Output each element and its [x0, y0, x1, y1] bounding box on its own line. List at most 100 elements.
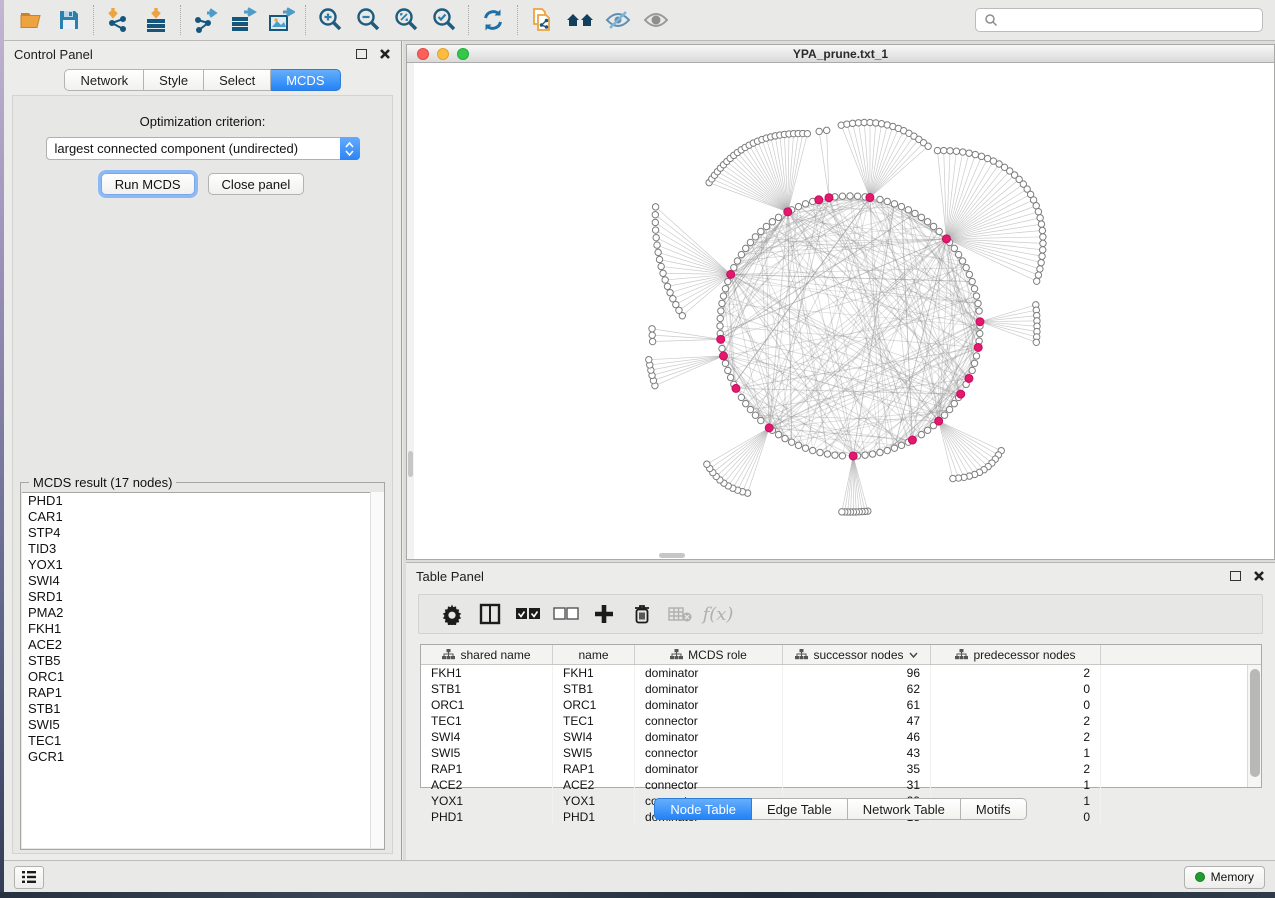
tab-network[interactable]: Network: [64, 69, 144, 91]
table-row[interactable]: RAP1RAP1dominator352: [421, 761, 1261, 777]
save-session-icon[interactable]: [50, 3, 88, 37]
table-cell[interactable]: 1: [931, 745, 1101, 761]
task-history-button[interactable]: [14, 866, 44, 889]
table-cell[interactable]: SWI5: [421, 745, 553, 761]
table-cell[interactable]: ORC1: [421, 697, 553, 713]
float-panel-icon[interactable]: [1230, 571, 1241, 581]
table-vertical-scrollbar[interactable]: [1247, 665, 1261, 787]
mcds-result-item[interactable]: SWI5: [22, 717, 383, 733]
column-header-predecessor-nodes[interactable]: predecessor nodes: [931, 645, 1101, 664]
network-canvas[interactable]: [407, 63, 1274, 559]
table-cell[interactable]: 43: [783, 745, 931, 761]
table-cell[interactable]: RAP1: [553, 761, 635, 777]
table-cell[interactable]: 0: [931, 697, 1101, 713]
window-minimize-icon[interactable]: [437, 48, 449, 60]
mcds-result-item[interactable]: STP4: [22, 525, 383, 541]
table-cell[interactable]: [1101, 681, 1261, 697]
table-row[interactable]: ACE2ACE2connector311: [421, 777, 1261, 793]
network-vertical-scrollbar[interactable]: [407, 63, 414, 559]
column-header-MCDS-role[interactable]: MCDS role: [635, 645, 783, 664]
tab-node-table[interactable]: Node Table: [654, 798, 752, 820]
table-cell[interactable]: dominator: [635, 681, 783, 697]
export-network-icon[interactable]: [186, 3, 224, 37]
table-row[interactable]: STB1STB1dominator620: [421, 681, 1261, 697]
table-cell[interactable]: 2: [931, 665, 1101, 681]
table-cell[interactable]: 0: [931, 681, 1101, 697]
mcds-result-item[interactable]: SRD1: [22, 589, 383, 605]
run-mcds-button[interactable]: Run MCDS: [101, 173, 195, 195]
tab-edge-table[interactable]: Edge Table: [752, 798, 848, 820]
table-cell[interactable]: FKH1: [553, 665, 635, 681]
refresh-layout-icon[interactable]: [474, 3, 512, 37]
table-cell[interactable]: [1101, 761, 1261, 777]
zoom-out-icon[interactable]: [349, 3, 387, 37]
table-cell[interactable]: SWI4: [553, 729, 635, 745]
zoom-in-icon[interactable]: [311, 3, 349, 37]
mcds-result-item[interactable]: TID3: [22, 541, 383, 557]
table-cell[interactable]: connector: [635, 777, 783, 793]
mcds-result-item[interactable]: RAP1: [22, 685, 383, 701]
mcds-result-item[interactable]: FKH1: [22, 621, 383, 637]
import-network-icon[interactable]: [99, 3, 137, 37]
criterion-select[interactable]: largest connected component (undirected): [46, 137, 360, 160]
table-cell[interactable]: connector: [635, 713, 783, 729]
table-row[interactable]: SWI5SWI5connector431: [421, 745, 1261, 761]
table-cell[interactable]: 2: [931, 713, 1101, 729]
table-cell[interactable]: 31: [783, 777, 931, 793]
show-column-panel-icon[interactable]: [471, 598, 509, 630]
table-cell[interactable]: 46: [783, 729, 931, 745]
show-all-icon[interactable]: [637, 3, 675, 37]
deselect-all-columns-icon[interactable]: [547, 598, 585, 630]
select-all-columns-icon[interactable]: [509, 598, 547, 630]
search-input[interactable]: [1004, 13, 1254, 28]
table-cell[interactable]: STB1: [553, 681, 635, 697]
table-cell[interactable]: TEC1: [421, 713, 553, 729]
table-cell[interactable]: dominator: [635, 697, 783, 713]
table-cell[interactable]: dominator: [635, 729, 783, 745]
table-cell[interactable]: ACE2: [553, 777, 635, 793]
table-settings-gear-icon[interactable]: [433, 598, 471, 630]
table-cell[interactable]: RAP1: [421, 761, 553, 777]
float-panel-icon[interactable]: [356, 49, 367, 59]
tab-style[interactable]: Style: [144, 69, 204, 91]
table-row[interactable]: ORC1ORC1dominator610: [421, 697, 1261, 713]
table-cell[interactable]: [1101, 729, 1261, 745]
export-image-icon[interactable]: [262, 3, 300, 37]
zoom-fit-icon[interactable]: [387, 3, 425, 37]
mcds-result-item[interactable]: CAR1: [22, 509, 383, 525]
first-neighbors-icon[interactable]: [561, 3, 599, 37]
table-cell[interactable]: 2: [931, 761, 1101, 777]
table-cell[interactable]: [1101, 745, 1261, 761]
table-cell[interactable]: 47: [783, 713, 931, 729]
column-header-shared-name[interactable]: shared name: [421, 645, 553, 664]
table-row[interactable]: FKH1FKH1dominator962: [421, 665, 1261, 681]
table-cell[interactable]: connector: [635, 745, 783, 761]
close-panel-icon[interactable]: [1253, 570, 1265, 582]
table-cell[interactable]: 61: [783, 697, 931, 713]
table-cell[interactable]: ORC1: [553, 697, 635, 713]
table-cell[interactable]: [1101, 713, 1261, 729]
mcds-result-item[interactable]: SWI4: [22, 573, 383, 589]
delete-column-icon[interactable]: [623, 598, 661, 630]
mcds-result-item[interactable]: YOX1: [22, 557, 383, 573]
mcds-result-list[interactable]: PHD1CAR1STP4TID3YOX1SWI4SRD1PMA2FKH1ACE2…: [22, 492, 383, 848]
tab-select[interactable]: Select: [204, 69, 271, 91]
table-cell[interactable]: SWI5: [553, 745, 635, 761]
table-cell[interactable]: 62: [783, 681, 931, 697]
close-panel-icon[interactable]: [379, 48, 391, 60]
table-cell[interactable]: [1101, 777, 1261, 793]
tab-motifs[interactable]: Motifs: [961, 798, 1027, 820]
table-cell[interactable]: 2: [931, 729, 1101, 745]
window-close-icon[interactable]: [417, 48, 429, 60]
column-header-name[interactable]: name: [553, 645, 635, 664]
table-cell[interactable]: SWI4: [421, 729, 553, 745]
mcds-result-item[interactable]: ORC1: [22, 669, 383, 685]
table-row[interactable]: TEC1TEC1connector472: [421, 713, 1261, 729]
table-cell[interactable]: dominator: [635, 665, 783, 681]
table-cell[interactable]: ACE2: [421, 777, 553, 793]
export-table-icon[interactable]: [224, 3, 262, 37]
close-panel-button[interactable]: Close panel: [208, 173, 305, 195]
mcds-result-item[interactable]: PHD1: [22, 493, 383, 509]
mcds-result-item[interactable]: STB5: [22, 653, 383, 669]
mcds-result-item[interactable]: PMA2: [22, 605, 383, 621]
